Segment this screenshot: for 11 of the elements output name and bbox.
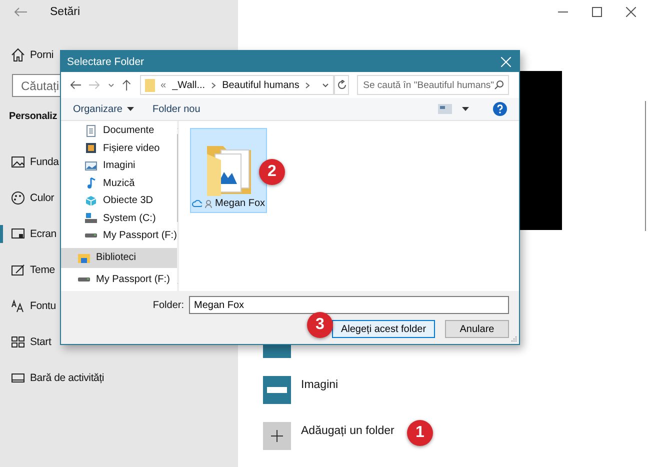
nav-label: Bară de activități [30, 372, 104, 384]
nav-label: Start [30, 336, 52, 348]
nav-label: Culor [30, 192, 54, 204]
folder-label: Folder: [152, 300, 184, 310]
dialog-title: Selectare Folder [67, 56, 144, 68]
window-title: Setări [50, 6, 80, 18]
nav-label: Funda [30, 156, 59, 168]
nav-label: Fontu [30, 300, 56, 312]
section-heading: Personaliz [8, 111, 58, 124]
nav-label: Ecran [30, 228, 56, 240]
nav-label: Teme [30, 264, 55, 276]
